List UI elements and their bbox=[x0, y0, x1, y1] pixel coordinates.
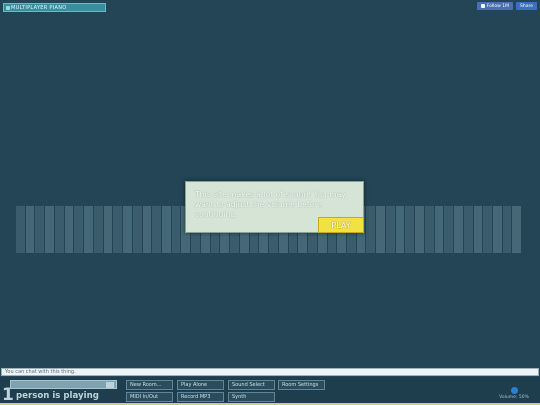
thumbs-up-icon bbox=[480, 4, 485, 8]
piano-key[interactable] bbox=[473, 206, 483, 253]
piano-key[interactable] bbox=[434, 206, 444, 253]
synth-button[interactable]: Synth bbox=[228, 392, 275, 402]
piano-key[interactable] bbox=[405, 206, 415, 253]
piano-key[interactable] bbox=[132, 206, 142, 253]
piano-key[interactable] bbox=[415, 206, 424, 253]
volume-control[interactable]: Volume: 50% bbox=[499, 387, 529, 400]
share-button[interactable]: Share bbox=[516, 2, 537, 10]
player-count: 1 bbox=[2, 385, 14, 405]
share-label: Share bbox=[520, 3, 533, 9]
chat-input[interactable]: You can chat with this thing. bbox=[1, 368, 539, 376]
player-color-swatch bbox=[106, 382, 114, 388]
social-buttons: Follow 1M Share bbox=[476, 2, 537, 10]
follow-label: Follow 1M bbox=[486, 3, 509, 9]
sound-warning-modal: This site makes a lot of sound! You may … bbox=[185, 181, 364, 233]
piano-key[interactable] bbox=[93, 206, 103, 253]
room-settings-button[interactable]: Room Settings bbox=[278, 380, 325, 390]
piano-key[interactable] bbox=[162, 206, 171, 253]
sound-select-button[interactable]: Sound Select bbox=[228, 380, 275, 390]
volume-label: Volume: 50% bbox=[499, 395, 529, 400]
volume-knob-icon[interactable] bbox=[510, 387, 518, 394]
piano-key[interactable] bbox=[16, 206, 25, 253]
bottom-panel: 1 person is playing New Room... Play Alo… bbox=[0, 377, 540, 405]
piano-key[interactable] bbox=[84, 206, 93, 253]
piano-key[interactable] bbox=[25, 206, 35, 253]
piano-key[interactable] bbox=[103, 206, 113, 253]
modal-message: This site makes a lot of sound! You may … bbox=[195, 190, 346, 219]
player-count-text: person is playing bbox=[16, 391, 99, 401]
piano-key[interactable] bbox=[483, 206, 492, 253]
piano-key[interactable] bbox=[512, 206, 522, 253]
new-room-button[interactable]: New Room... bbox=[126, 380, 173, 390]
piano-key[interactable] bbox=[395, 206, 405, 253]
piano-key[interactable] bbox=[64, 206, 74, 253]
play-alone-button[interactable]: Play Alone bbox=[177, 380, 224, 390]
play-button[interactable]: PLAY bbox=[318, 217, 364, 233]
follow-button[interactable]: Follow 1M bbox=[476, 2, 513, 10]
piano-key[interactable] bbox=[35, 206, 45, 253]
piano-key[interactable] bbox=[454, 206, 463, 253]
room-icon bbox=[6, 5, 10, 10]
player-name-bar[interactable] bbox=[10, 380, 117, 389]
piano-key[interactable] bbox=[74, 206, 84, 253]
record-mp3-button[interactable]: Record MP3 bbox=[177, 392, 224, 402]
piano-key[interactable] bbox=[152, 206, 162, 253]
piano-key[interactable] bbox=[463, 206, 473, 253]
piano-key[interactable] bbox=[492, 206, 502, 253]
piano-key[interactable] bbox=[366, 206, 376, 253]
room-title: MULTIPLAYER PIANO bbox=[11, 4, 67, 11]
piano-key[interactable] bbox=[171, 206, 181, 253]
piano-key[interactable] bbox=[123, 206, 132, 253]
piano-key[interactable] bbox=[113, 206, 123, 253]
piano-key[interactable] bbox=[502, 206, 512, 253]
midi-inout-button[interactable]: MIDI In/Out bbox=[126, 392, 173, 402]
piano-key[interactable] bbox=[45, 206, 54, 253]
piano-key[interactable] bbox=[54, 206, 64, 253]
piano-key[interactable] bbox=[424, 206, 434, 253]
piano-key[interactable] bbox=[444, 206, 454, 253]
piano-key[interactable] bbox=[376, 206, 385, 253]
piano-key[interactable] bbox=[385, 206, 395, 253]
room-title-bar[interactable]: MULTIPLAYER PIANO bbox=[3, 3, 106, 12]
piano-key[interactable] bbox=[142, 206, 152, 253]
